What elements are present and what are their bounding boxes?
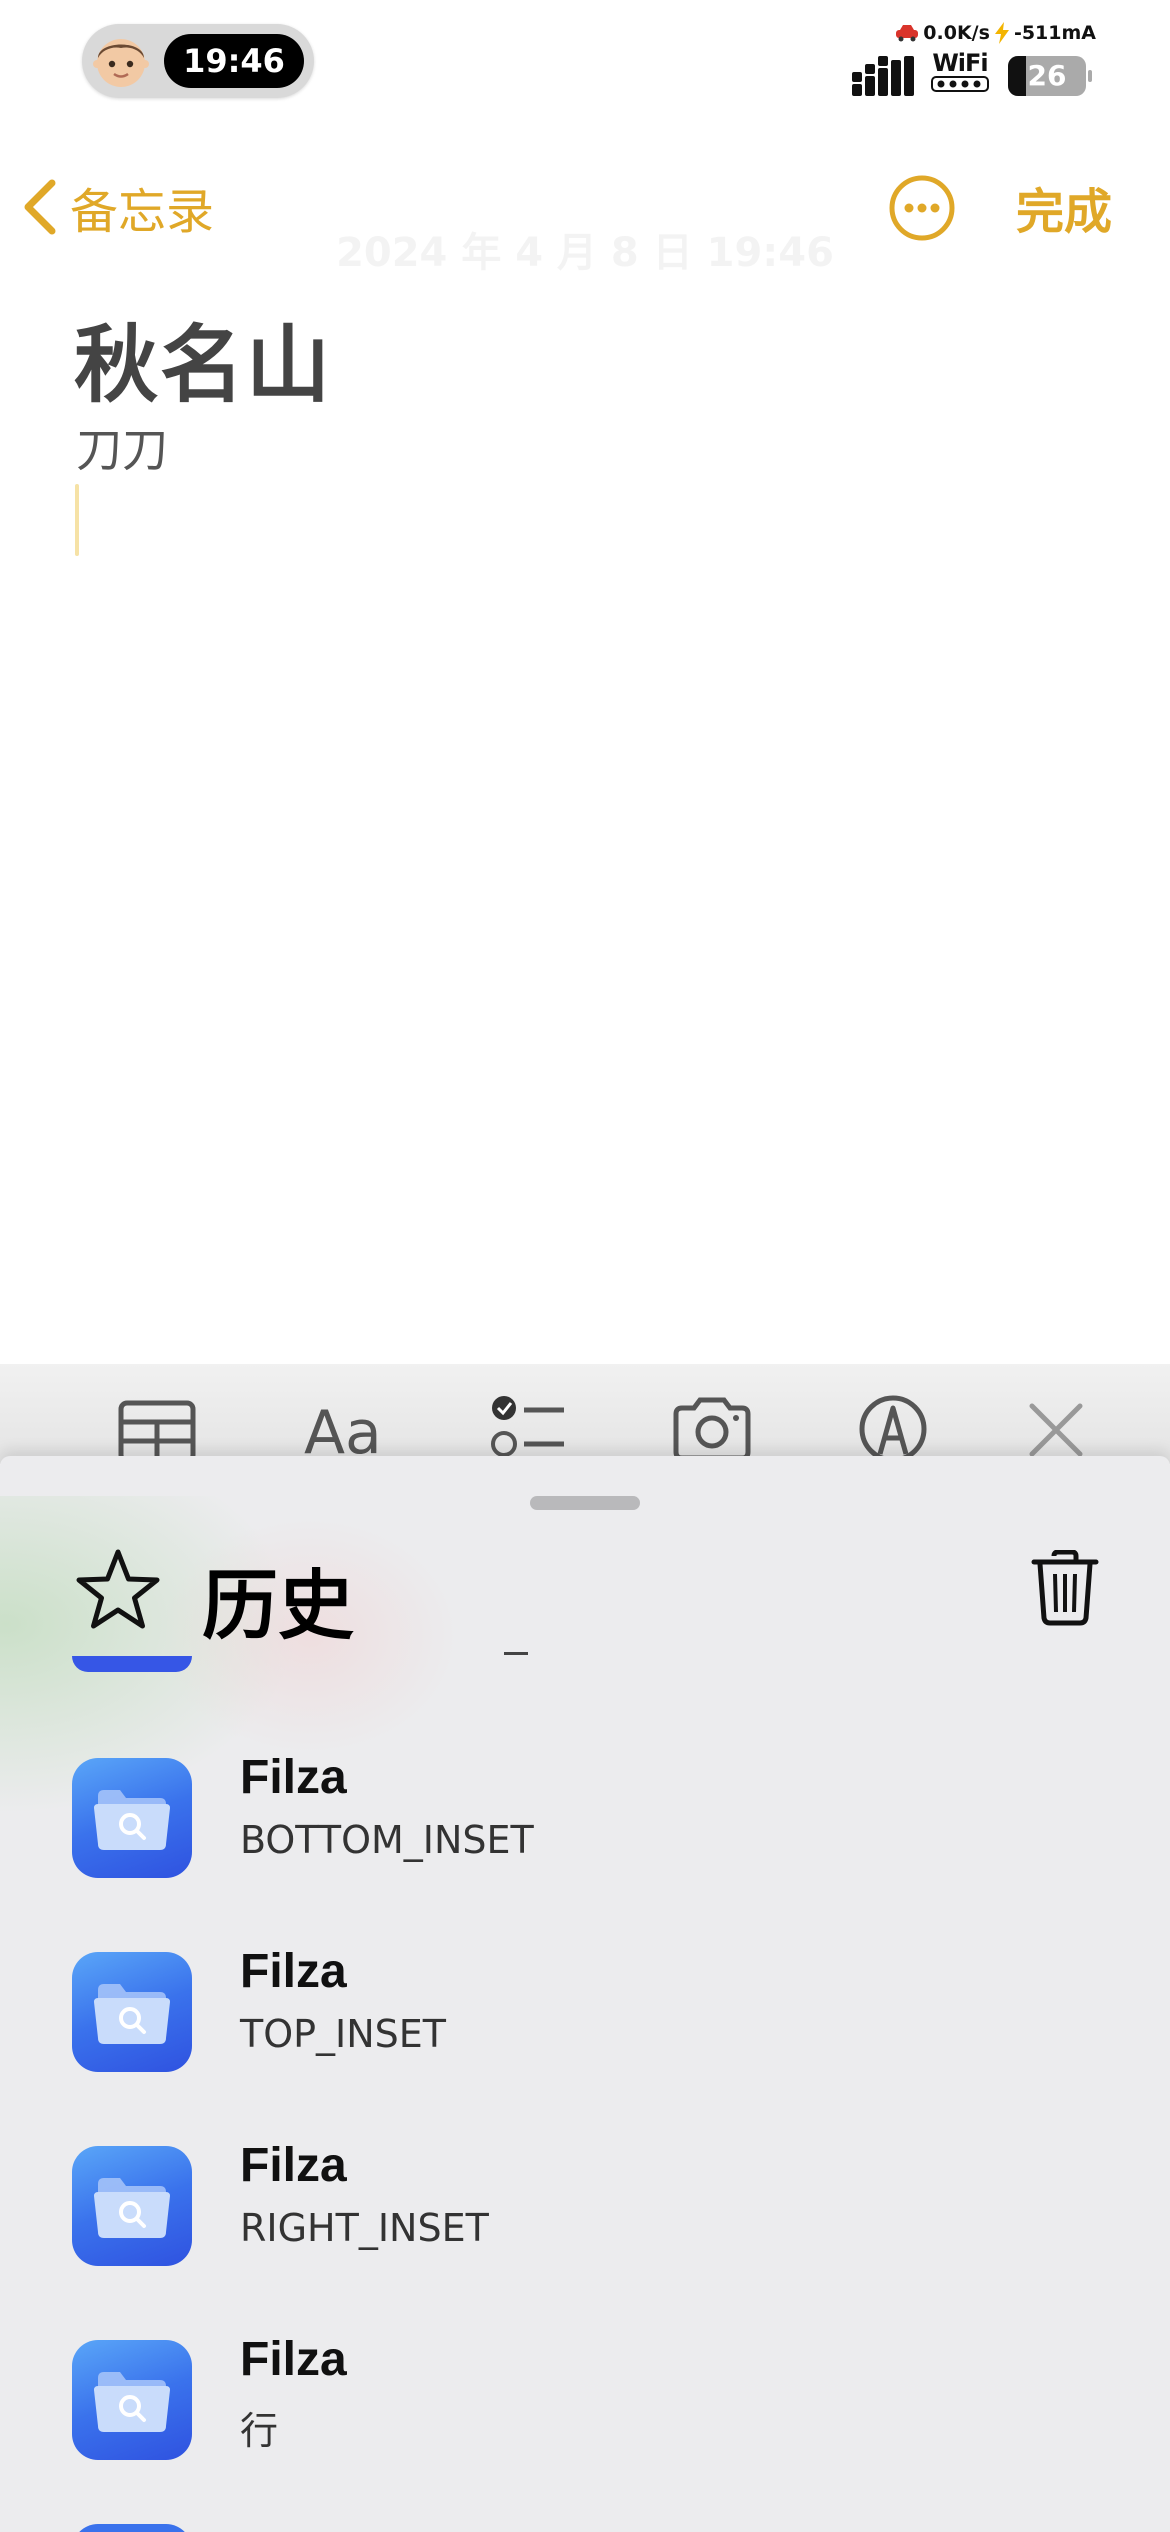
network-stats: 0.0K/s -511mA — [895, 22, 1096, 44]
partial-app-icon — [72, 1656, 192, 1672]
history-item[interactable]: Filza 行 — [0, 2328, 1170, 2498]
text-caret — [75, 484, 79, 556]
filza-app-icon — [72, 2146, 192, 2266]
history-item[interactable]: Filza BOTTOM_INSET — [0, 1746, 1170, 1916]
history-item-name: Filza — [240, 1751, 347, 1804]
history-item-subtitle: RIGHT_INSET — [240, 2206, 489, 2250]
history-item-subtitle: 行 — [240, 2409, 279, 2453]
note-date: 2024 年 4 月 8 日 19:46 — [336, 230, 834, 276]
camera-icon[interactable] — [672, 1396, 752, 1460]
dynamic-island-pill[interactable]: 19:46 — [82, 24, 314, 98]
history-item-subtitle: BOTTOM_INSET — [240, 1818, 534, 1862]
folder-search-icon — [94, 2372, 170, 2432]
lightning-icon — [994, 22, 1009, 44]
net-speed: 0.0K/s — [923, 22, 990, 44]
checklist-icon[interactable] — [490, 1394, 566, 1464]
note-body-line[interactable]: 刀刀 — [76, 414, 168, 480]
history-item-name: Filza — [240, 2139, 347, 2192]
folder-search-icon — [94, 1790, 170, 1850]
trash-icon[interactable] — [1030, 1550, 1100, 1626]
folder-search-icon — [94, 1984, 170, 2044]
memoji-avatar-icon — [93, 39, 149, 87]
history-item-name: Filza — [240, 1945, 347, 1998]
history-item[interactable]: Filza TOP_INSET — [0, 1940, 1170, 2110]
wifi-indicator: WiFi — [930, 50, 990, 100]
history-item[interactable]: Filza RIGHT_INSET — [0, 2134, 1170, 2304]
markup-pen-icon[interactable] — [858, 1394, 928, 1464]
partial-row-text — [504, 1652, 528, 1655]
folder-search-icon — [94, 2178, 170, 2238]
status-time: 19:46 — [164, 34, 304, 88]
battery-percent: 26 — [1027, 59, 1067, 92]
history-item-name: Filza — [240, 2333, 347, 2386]
keyboard-toolbar: Aa — [0, 1364, 1170, 1468]
charge-rate: -511mA — [1013, 22, 1096, 44]
wifi-label: WiFi — [932, 49, 988, 77]
note-title[interactable]: 秋名山 — [74, 298, 332, 419]
history-item-subtitle: TOP_INSET — [240, 2012, 447, 2056]
filza-app-icon — [72, 1952, 192, 2072]
sheet-grabber[interactable] — [530, 1496, 640, 1510]
cellular-signal-icon — [852, 56, 914, 96]
battery-indicator: 26 — [1008, 56, 1086, 96]
close-icon[interactable] — [1028, 1402, 1084, 1458]
car-icon — [896, 25, 919, 42]
filza-app-icon — [72, 2340, 192, 2460]
star-icon[interactable] — [74, 1548, 162, 1632]
filza-app-icon — [72, 1758, 192, 1878]
battery-tip — [1088, 70, 1092, 82]
next-app-icon-peek — [72, 2524, 192, 2532]
history-title: 历史 — [202, 1561, 354, 1650]
table-icon[interactable] — [118, 1400, 196, 1464]
history-sheet: 历史 Filza BOTTOM_INSET Filza TOP_INSET Fi… — [0, 1456, 1170, 2532]
wifi-dots-icon — [931, 76, 989, 92]
